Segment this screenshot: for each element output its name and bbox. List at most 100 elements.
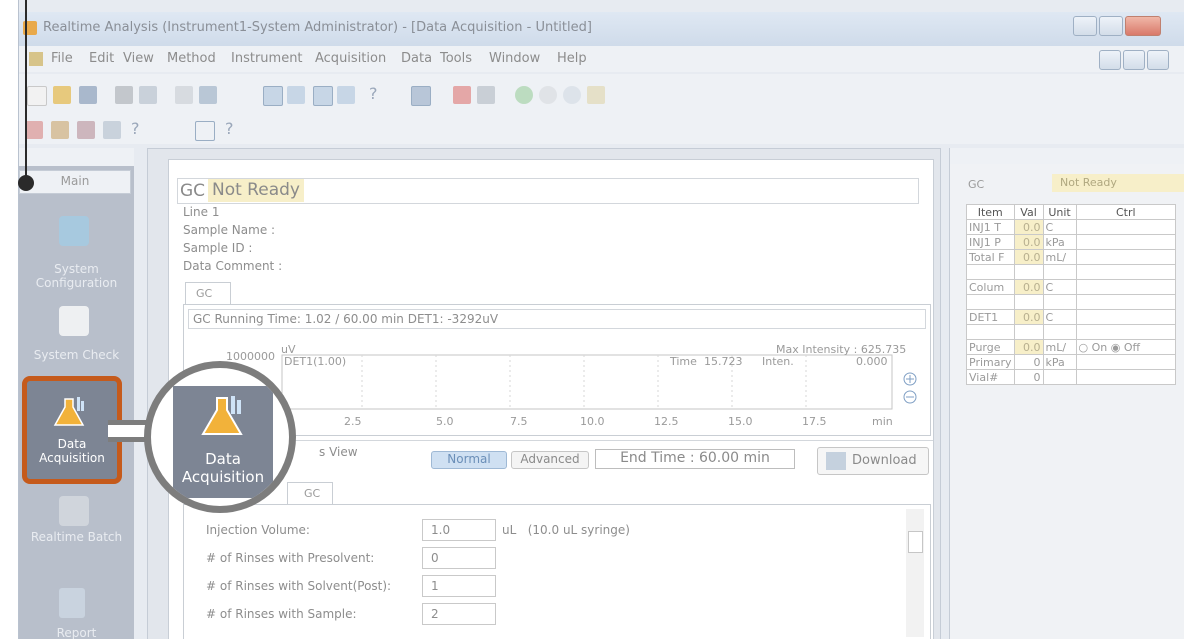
maximize-button[interactable] <box>1099 16 1123 36</box>
print-preview-icon[interactable] <box>139 86 157 104</box>
menu-acquisition[interactable]: Acquisition <box>315 51 386 66</box>
x-tick-unit: min <box>872 415 893 428</box>
param-value-field[interactable]: 2 <box>422 603 496 625</box>
new-icon[interactable] <box>27 86 47 106</box>
purge-off-label: Off <box>1123 340 1141 354</box>
mdi-minimize-button[interactable] <box>1099 50 1121 70</box>
sidebar-item-realtime-batch[interactable]: Realtime Batch <box>19 488 134 558</box>
batch-4-icon[interactable] <box>103 121 121 139</box>
tab-label: GC <box>304 487 321 500</box>
close-button[interactable] <box>1125 16 1161 36</box>
monitor-item: Vial# <box>966 369 1015 385</box>
magnified-data-acquisition: Data Acquisition <box>173 386 273 498</box>
tab-gc-chart[interactable]: GC <box>185 282 231 305</box>
menu-window[interactable]: Window <box>489 51 540 66</box>
cursor-inten-label: Inten. <box>762 355 794 368</box>
monitor-unit: mL/ <box>1042 339 1077 355</box>
sidebar-item-system-configuration[interactable]: System Configuration <box>19 204 134 294</box>
menu-view[interactable]: View <box>123 51 154 66</box>
layout-1-icon[interactable] <box>263 86 283 106</box>
copy-icon[interactable] <box>175 86 193 104</box>
cursor-time-value: 15.723 <box>704 355 743 368</box>
menu-tools[interactable]: Tools <box>440 51 472 66</box>
help-icon-3[interactable]: ? <box>225 119 234 138</box>
param-value-field[interactable]: 1 <box>422 575 496 597</box>
edit-report-icon[interactable] <box>587 86 605 104</box>
menu-method[interactable]: Method <box>167 51 216 66</box>
help-icon-2[interactable]: ? <box>131 119 140 138</box>
monitor-val: 0.0 <box>1013 279 1044 295</box>
purge-off-radio[interactable]: ◉ Off <box>1111 341 1140 354</box>
document-icon <box>29 52 43 66</box>
system-configuration-icon <box>59 216 89 246</box>
monitor-val: 0 <box>1013 369 1044 385</box>
monitor-unit: C <box>1042 309 1077 325</box>
open-icon[interactable] <box>53 86 71 104</box>
param-row: # of Rinses with Solvent(Post): 1 <box>206 575 906 599</box>
purge-on-radio[interactable]: ○ On <box>1079 341 1108 354</box>
mode-normal-button[interactable]: Normal <box>431 451 507 469</box>
status-prefix: GC <box>180 181 206 201</box>
monitor-unit: kPa <box>1042 234 1077 250</box>
scroll-thumb[interactable] <box>908 531 923 553</box>
download-method-icon[interactable] <box>411 86 431 106</box>
download-button[interactable]: Download <box>817 447 929 475</box>
param-value-field[interactable]: 1.0 <box>422 519 496 541</box>
mode-advanced-button[interactable]: Advanced <box>511 451 589 469</box>
help-icon[interactable]: ? <box>369 84 378 103</box>
cursor-inten-value: 0.000 <box>856 355 888 368</box>
sidebar-header <box>19 148 134 166</box>
x-tick-labels: 2.5 5.0 7.5 10.0 12.5 15.0 17.5 min <box>344 415 893 428</box>
monitor-header <box>950 148 1184 164</box>
menu-instrument[interactable]: Instrument <box>231 51 303 66</box>
chart-icon[interactable] <box>199 86 217 104</box>
menu-bar: File Edit View Method Instrument Acquisi… <box>19 46 1184 72</box>
monitor-unit: C <box>1042 219 1077 235</box>
save-icon[interactable] <box>79 86 97 104</box>
vertical-scrollbar[interactable] <box>906 509 924 637</box>
start-icon[interactable] <box>453 86 471 104</box>
sidebar-item-report[interactable]: Report <box>19 578 134 639</box>
layout-4-icon[interactable] <box>337 86 355 104</box>
print-icon[interactable] <box>115 86 133 104</box>
sidebar-item-data-acquisition[interactable]: Data Acquisition <box>22 376 122 484</box>
zoom-in-icon <box>903 372 917 386</box>
param-value-field[interactable]: 0 <box>422 547 496 569</box>
cursor-time-label: Time <box>669 355 697 368</box>
batch-2-icon[interactable] <box>51 121 69 139</box>
batch-1-icon[interactable] <box>25 121 43 139</box>
menu-file[interactable]: File <box>51 51 73 66</box>
magnified-label-2: Acquisition <box>181 468 265 486</box>
search-icon[interactable] <box>563 86 581 104</box>
record-icon[interactable] <box>539 86 557 104</box>
chart-frame: GC Running Time: 1.02 / 60.00 min DET1: … <box>183 304 931 436</box>
col-unit: Unit <box>1042 204 1077 220</box>
running-time-text: GC Running Time: 1.02 / 60.00 min DET1: … <box>193 312 499 326</box>
x-tick: 12.5 <box>654 415 679 428</box>
purge-on-label: On <box>1091 340 1108 354</box>
x-tick: 2.5 <box>344 415 362 428</box>
minimize-button[interactable] <box>1073 16 1097 36</box>
monitor-status-badge: Not Ready <box>1052 174 1184 192</box>
layout-3-icon[interactable] <box>313 86 333 106</box>
tab-gc-method[interactable]: GC <box>287 482 333 505</box>
batch-3-icon[interactable] <box>77 121 95 139</box>
monitor-icon[interactable] <box>515 86 533 104</box>
sidebar-item-label-2: Configuration <box>35 276 118 290</box>
param-label: # of Rinses with Sample: <box>206 607 357 621</box>
magnified-data-acquisition-icon <box>201 394 245 438</box>
menu-help[interactable]: Help <box>557 51 587 66</box>
menu-edit[interactable]: Edit <box>89 51 114 66</box>
sidebar-item-system-check[interactable]: System Check <box>19 298 134 368</box>
param-label: # of Rinses with Solvent(Post): <box>206 579 392 593</box>
stop-icon[interactable] <box>477 86 495 104</box>
mdi-close-button[interactable] <box>1147 50 1169 70</box>
mdi-restore-button[interactable] <box>1123 50 1145 70</box>
table-icon[interactable] <box>195 121 215 141</box>
col-val: Val <box>1013 204 1044 220</box>
monitor-val: 0.0 <box>1013 249 1044 265</box>
callout-pointer-dot <box>18 175 34 191</box>
magnifier-callout: Data Acquisition <box>144 361 296 513</box>
layout-2-icon[interactable] <box>287 86 305 104</box>
menu-data[interactable]: Data <box>401 51 432 66</box>
